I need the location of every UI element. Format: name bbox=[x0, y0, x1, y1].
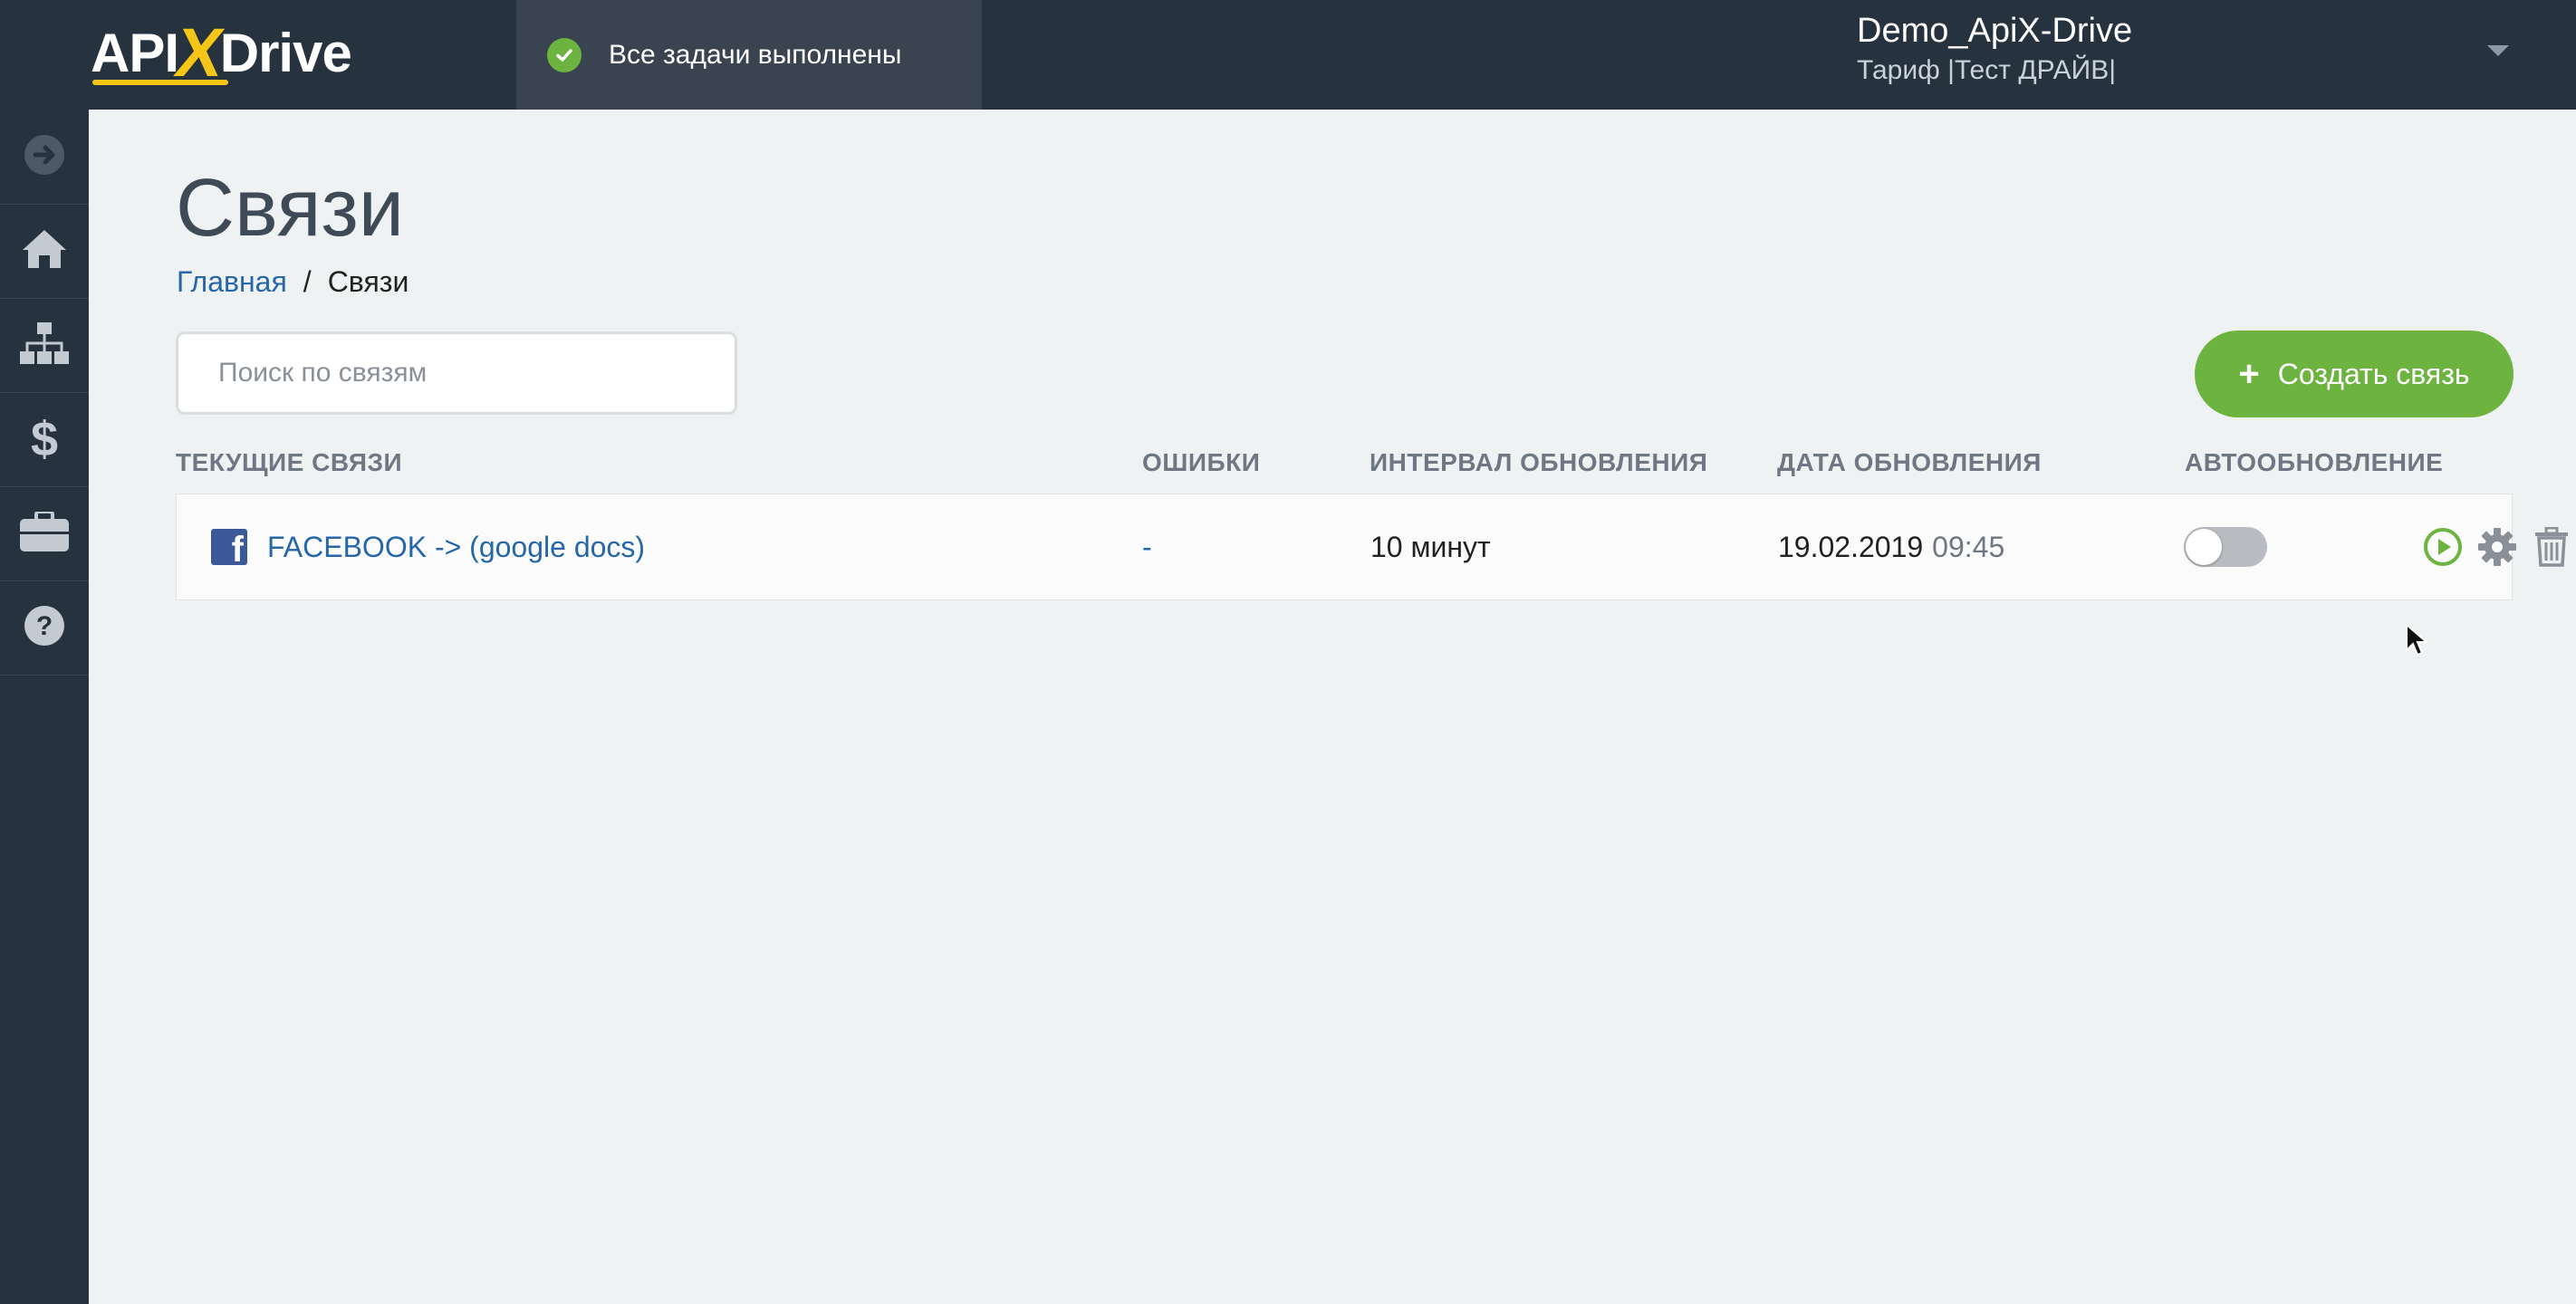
create-connection-label: Создать связь bbox=[2277, 357, 2470, 390]
user-name: Demo_ApiX-Drive bbox=[1857, 12, 2133, 50]
help-icon: ? bbox=[23, 604, 66, 652]
logo-underline bbox=[92, 80, 228, 85]
update-time: 09:45 bbox=[1932, 530, 2005, 563]
connection-name-link[interactable]: FACEBOOK -> (google docs) bbox=[267, 531, 645, 564]
sidebar-item-toggle[interactable] bbox=[0, 110, 89, 205]
briefcase-icon bbox=[20, 509, 69, 556]
column-header-connections: ТЕКУЩИЕ СВЯЗИ bbox=[176, 448, 403, 476]
autoupdate-cell bbox=[2184, 494, 2267, 599]
update-date-cell: 19.02.2019 09:45 bbox=[1778, 494, 2004, 599]
svg-text:?: ? bbox=[36, 611, 53, 641]
breadcrumb-home[interactable]: Главная bbox=[177, 265, 287, 299]
settings-cell bbox=[2475, 494, 2519, 599]
dollar-icon: $ bbox=[30, 412, 59, 466]
gear-icon[interactable] bbox=[2475, 525, 2519, 569]
top-bar: API X Drive Все задачи выполнены Demo_ApiX… bbox=[0, 0, 2576, 110]
mouse-cursor-icon bbox=[2405, 622, 2429, 662]
apix-drive-logo[interactable]: API X Drive bbox=[91, 14, 352, 91]
toggle-knob bbox=[2186, 529, 2222, 565]
autoupdate-toggle[interactable] bbox=[2184, 527, 2267, 567]
status-text: Все задачи выполнены bbox=[609, 39, 902, 70]
task-status: Все задачи выполнены bbox=[516, 0, 982, 110]
sidebar-item-services[interactable] bbox=[0, 486, 89, 581]
run-cell bbox=[2421, 494, 2465, 599]
user-menu[interactable]: Demo_ApiX-Drive Тариф |Тест ДРАЙВ| bbox=[1857, 9, 2132, 89]
user-plan: Тариф |Тест ДРАЙВ| bbox=[1857, 55, 2117, 85]
column-header-errors: ОШИБКИ bbox=[1142, 448, 1261, 476]
home-icon bbox=[21, 228, 68, 274]
column-header-autoupdate: АВТООБНОВЛЕНИЕ bbox=[2185, 448, 2444, 476]
chevron-down-icon[interactable] bbox=[2487, 45, 2509, 56]
sidebar-item-billing[interactable]: $ bbox=[0, 392, 89, 487]
sidebar-item-help[interactable]: ? bbox=[0, 580, 89, 676]
page-title: Связи bbox=[176, 163, 405, 254]
create-connection-button[interactable]: + Создать связь bbox=[2195, 331, 2514, 417]
breadcrumb: Главная / Связи bbox=[177, 265, 409, 299]
logo-text-api: API bbox=[91, 22, 179, 83]
sitemap-icon bbox=[20, 321, 69, 369]
sidebar-item-connections[interactable] bbox=[0, 298, 89, 393]
search-input[interactable] bbox=[176, 331, 737, 415]
table-row: f FACEBOOK -> (google docs) - 10 минут 1… bbox=[176, 494, 2568, 600]
breadcrumb-separator: / bbox=[303, 265, 312, 298]
logo-text-drive: Drive bbox=[219, 22, 352, 83]
update-date: 19.02.2019 bbox=[1778, 530, 1924, 563]
breadcrumb-current: Связи bbox=[327, 265, 409, 298]
column-header-date: ДАТА ОБНОВЛЕНИЯ bbox=[1777, 448, 2042, 476]
trash-icon[interactable] bbox=[2530, 525, 2573, 569]
arrow-right-circle-icon bbox=[23, 133, 66, 181]
delete-cell bbox=[2530, 494, 2573, 599]
interval-value: 10 минут bbox=[1370, 530, 1491, 563]
sidebar-item-home[interactable] bbox=[0, 204, 89, 299]
connection-name-cell: f FACEBOOK -> (google docs) bbox=[211, 494, 645, 599]
errors-value[interactable]: - bbox=[1142, 494, 1152, 599]
sidebar: $ ? bbox=[0, 110, 89, 1304]
column-header-interval: ИНТЕРВАЛ ОБНОВЛЕНИЯ bbox=[1370, 448, 1708, 476]
play-icon[interactable] bbox=[2421, 525, 2465, 569]
main-content: Связи Главная / Связи + Создать связь ТЕ… bbox=[89, 110, 2576, 1304]
plus-icon: + bbox=[2238, 354, 2260, 394]
facebook-icon: f bbox=[211, 529, 247, 565]
check-circle-icon bbox=[547, 37, 582, 72]
